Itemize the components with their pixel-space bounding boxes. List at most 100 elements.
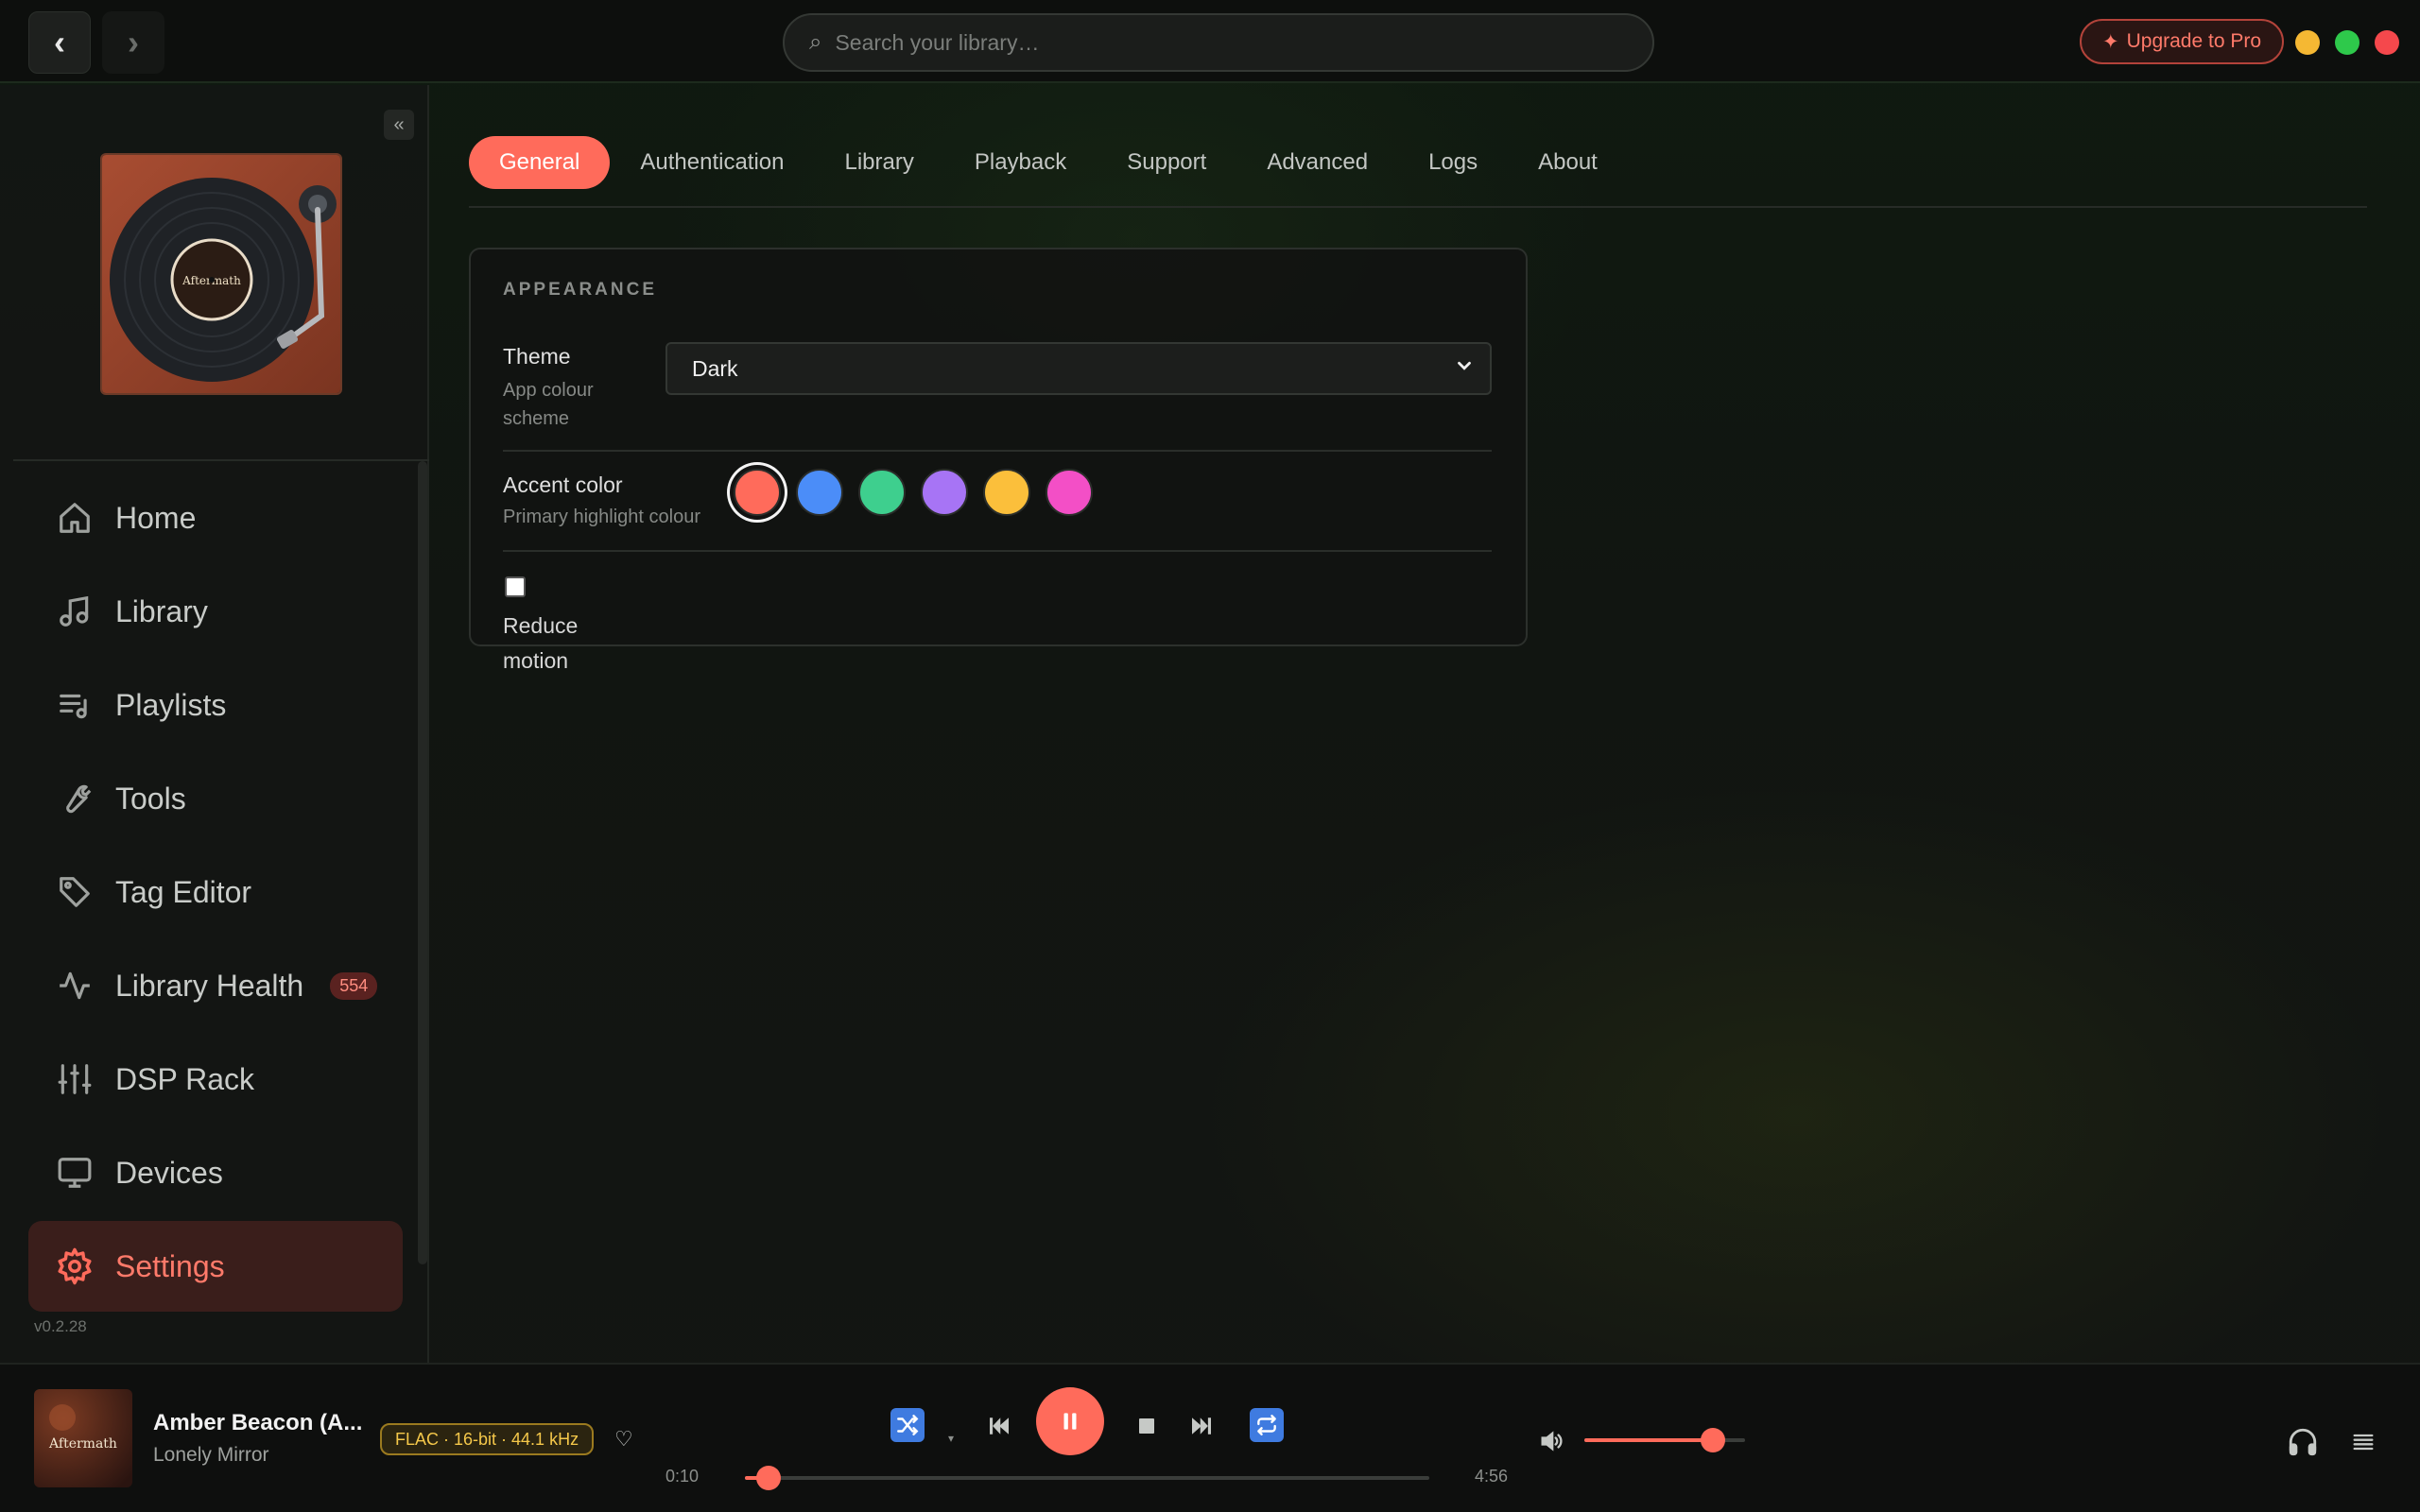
sidebar-item-label: Tools [115,781,186,816]
tab-playback[interactable]: Playback [944,136,1097,189]
tab-general[interactable]: General [469,136,611,189]
chevron-left-icon: ‹ [54,23,65,61]
repeat-button[interactable] [1250,1408,1284,1442]
sidebar-item-label: Library Health [115,968,304,1003]
pause-button[interactable] [1036,1387,1104,1455]
shuffle-button[interactable] [890,1408,925,1442]
album-cover[interactable]: Aftermath [100,153,342,395]
volume-slider[interactable] [1584,1428,1745,1452]
minimize-window-button[interactable] [2295,30,2320,55]
sidebar-item-home[interactable]: Home [28,472,403,563]
sidebar-nav: Home Library Playlists Tools Tag Editor [28,472,403,1314]
sidebar-item-playlists[interactable]: Playlists [28,660,403,750]
monitor-icon [55,1153,95,1193]
album-art: Aftermath [34,1389,132,1487]
search-bar[interactable]: ⌕ [783,13,1654,72]
shuffle-options-caret[interactable]: ▾ [943,1431,959,1446]
row-divider [503,550,1492,552]
appearance-card: APPEARANCE Theme App colour scheme Dark … [469,248,1528,673]
accent-swatches [734,469,1093,516]
accent-color-sublabel: Primary highlight colour [503,507,700,527]
seek-handle[interactable] [755,1466,781,1490]
search-icon: ⌕ [809,29,822,55]
volume-button[interactable] [1535,1425,1567,1457]
previous-button[interactable] [983,1410,1015,1442]
stop-icon [1139,1418,1154,1434]
upgrade-button[interactable]: ✦ Upgrade to Pro [2080,19,2284,64]
tab-authentication[interactable]: Authentication [610,136,814,189]
library-health-badge: 554 [330,971,378,1000]
collapse-sidebar-button[interactable]: « [384,110,414,140]
turntable-artwork: Aftermath [102,155,340,393]
sidebar-item-label: Settings [115,1248,225,1283]
forward-button[interactable]: › [102,11,164,74]
sparkle-icon: ✦ [2101,30,2119,53]
tag-icon [55,872,95,912]
tab-about[interactable]: About [1508,136,1628,189]
sidebar: « Aftermath [0,85,429,1363]
skip-back-icon [990,1418,1009,1435]
skip-forward-icon [1192,1418,1211,1435]
quality-badge: FLAC · 16-bit · 44.1 kHz [380,1423,595,1455]
sliders-icon [55,1059,95,1099]
sidebar-scrollbar[interactable] [418,461,427,1264]
accent-swatch-purple[interactable] [921,469,968,516]
reduce-motion-checkbox[interactable] [505,576,526,597]
accent-swatch-red[interactable] [734,469,781,516]
chevron-right-icon: › [128,23,139,61]
output-device-button[interactable] [2284,1423,2322,1461]
accent-swatch-pink[interactable] [1046,469,1093,516]
track-artist[interactable]: Lonely Mirror [153,1444,269,1467]
now-playing-artwork[interactable]: Aftermath [34,1389,132,1487]
tab-support[interactable]: Support [1097,136,1236,189]
app-version: v0.2.28 [34,1317,87,1335]
total-time: 4:56 [1475,1467,1509,1486]
upgrade-label: Upgrade to Pro [2126,30,2262,52]
sidebar-item-tools[interactable]: Tools [28,753,403,844]
sidebar-item-label: DSP Rack [115,1061,255,1096]
sidebar-item-devices[interactable]: Devices [28,1127,403,1218]
playlist-icon [55,685,95,725]
sidebar-item-library-health[interactable]: Library Health 554 [28,940,403,1031]
sidebar-item-label: Library [115,593,208,628]
reduce-motion-label: Reduce motion [503,613,579,673]
headphones-icon [2289,1428,2317,1456]
sidebar-item-settings[interactable]: Settings [28,1221,403,1312]
tab-logs[interactable]: Logs [1398,136,1508,189]
maximize-window-button[interactable] [2335,30,2360,55]
sidebar-item-label: Devices [115,1155,223,1190]
next-button[interactable] [1185,1410,1218,1442]
search-input[interactable] [835,29,1592,56]
tab-library[interactable]: Library [815,136,944,189]
section-title: APPEARANCE [503,280,658,300]
player-bar: Aftermath Amber Beacon (A... Lonely Mirr… [0,1363,2420,1512]
stop-button[interactable] [1131,1410,1163,1442]
row-divider [503,450,1492,452]
queue-button[interactable] [2346,1425,2380,1459]
tabs-divider [469,206,2367,208]
chevron-down-icon [1454,355,1475,382]
volume-level [1584,1438,1713,1442]
theme-label: Theme [503,344,571,369]
sidebar-item-tag-editor[interactable]: Tag Editor [28,847,403,937]
accent-swatch-blue[interactable] [796,469,843,516]
theme-select[interactable]: Dark [666,342,1492,395]
back-button[interactable]: ‹ [28,11,91,74]
accent-color-label: Accent color [503,472,623,497]
accent-swatch-green[interactable] [858,469,906,516]
double-chevron-left-icon: « [393,113,405,135]
accent-swatch-yellow[interactable] [983,469,1030,516]
volume-handle[interactable] [1701,1428,1725,1452]
gear-icon [55,1246,95,1286]
close-window-button[interactable] [2375,30,2399,55]
track-title[interactable]: Amber Beacon (A... [153,1410,362,1436]
heart-icon[interactable]: ♡ [614,1427,633,1452]
repeat-icon [1257,1415,1276,1435]
shuffle-icon [897,1415,919,1435]
sidebar-item-dsp-rack[interactable]: DSP Rack [28,1034,403,1125]
seek-bar[interactable] [745,1466,1429,1490]
sidebar-item-library[interactable]: Library [28,566,403,657]
sidebar-divider [13,459,429,461]
current-time: 0:10 [666,1467,700,1486]
tab-advanced[interactable]: Advanced [1236,136,1398,189]
